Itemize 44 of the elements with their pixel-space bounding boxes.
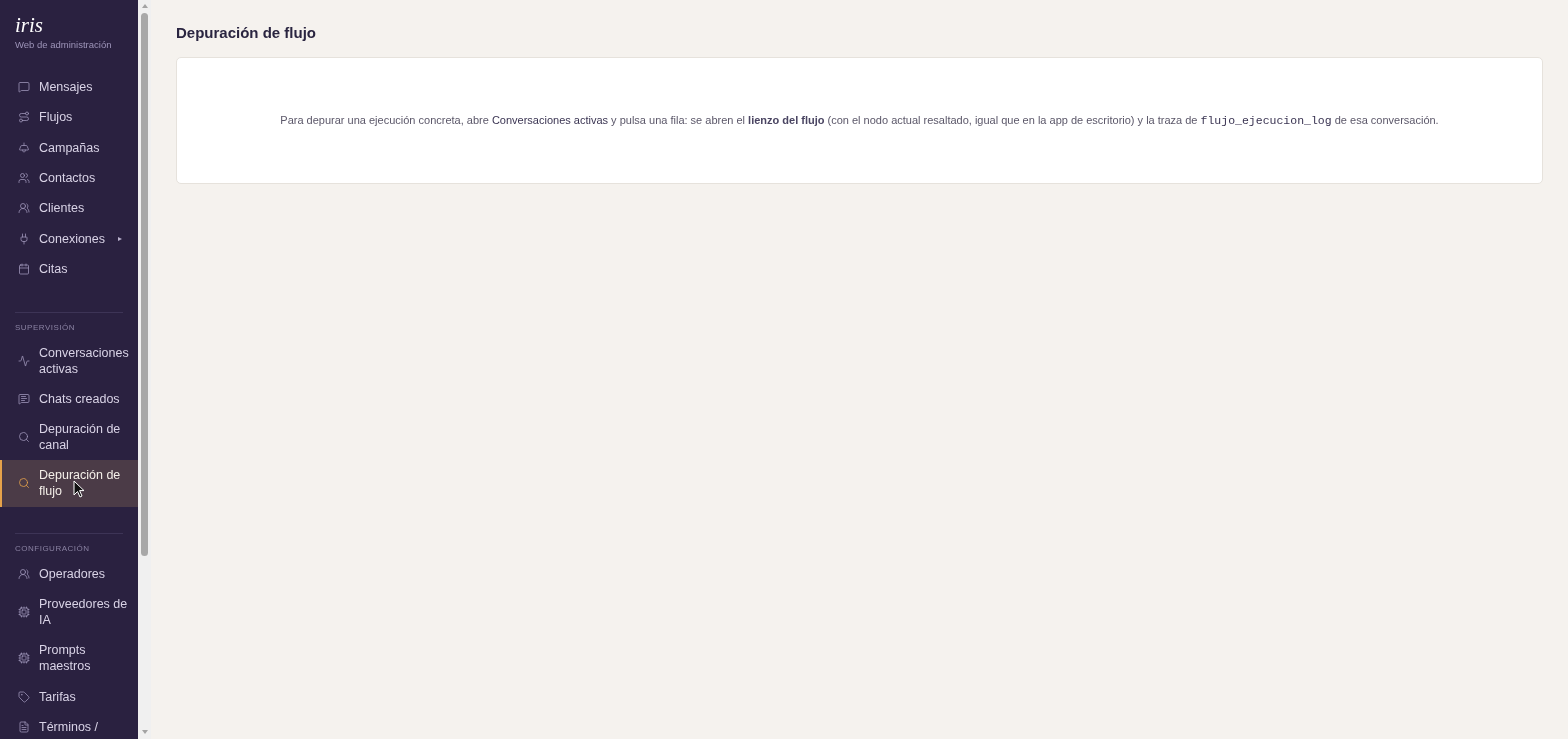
sidebar-item[interactable]: Contactos (0, 162, 138, 194)
document-icon (18, 720, 30, 733)
sidebar-item[interactable]: Clientes (0, 193, 138, 224)
plug-icon (18, 232, 30, 245)
sidebar-item[interactable]: Depuración de flujo (0, 460, 138, 507)
users-icon (18, 567, 30, 580)
sidebar-item[interactable]: Chats creados (0, 383, 138, 415)
search-icon (18, 431, 30, 444)
users-icon (18, 172, 30, 184)
sidebar-item[interactable]: Citas (0, 253, 138, 284)
scrollbar[interactable] (138, 0, 151, 739)
logo-subtitle: Web de administración (15, 39, 113, 51)
sidebar-item[interactable]: Conexiones (0, 223, 138, 254)
instructions-text: Para depurar una ejecución concreta, abre Conversaciones activas y pulsa una fila: se abren el lienzo del flujo (con el nodo actual resaltado, igual que en la app de escritorio) y la traza de flujo_ejecucion_log de esa conversación. (280, 113, 1439, 128)
sidebar-item[interactable]: Mensajes (0, 72, 138, 103)
conversations-link[interactable]: Conversaciones activas (491, 114, 609, 126)
users-icon (18, 202, 30, 215)
route-icon (18, 111, 30, 124)
sidebar-item[interactable]: Tarifas (0, 681, 138, 712)
sidebar-item[interactable]: Proveedores de IA (0, 588, 138, 636)
sidebar-item[interactable]: Operadores (0, 558, 138, 589)
page-title: Depuración de flujo (176, 23, 317, 43)
lamp-icon (18, 141, 30, 154)
sidebar-item[interactable]: Términos / (0, 711, 138, 739)
scrollbar-thumb[interactable] (141, 13, 148, 556)
chip-icon (18, 606, 30, 618)
sidebar-item[interactable]: Conversaciones activas (0, 337, 138, 384)
sidebar-item[interactable]: Depuración de canal (0, 414, 138, 461)
sidebar-item[interactable]: Flujos (0, 102, 138, 133)
sidebar-item[interactable]: Campañas (0, 132, 138, 163)
chip-icon (18, 652, 30, 665)
activity-icon (18, 354, 30, 367)
chat-icon (18, 392, 30, 405)
sidebar-item[interactable]: Prompts maestros (0, 635, 138, 682)
scroll-up-icon[interactable] (141, 4, 148, 8)
tag-icon (18, 690, 30, 703)
message-icon (18, 81, 30, 94)
section-heading: SUPERVISIÓN (14, 321, 77, 334)
calendar-icon (18, 262, 30, 275)
mouse-cursor-icon (73, 480, 85, 498)
logo: iris (15, 14, 44, 36)
search-icon (18, 477, 30, 490)
section-heading: CONFIGURACIÓN (14, 543, 91, 556)
scroll-down-icon[interactable] (141, 730, 148, 734)
